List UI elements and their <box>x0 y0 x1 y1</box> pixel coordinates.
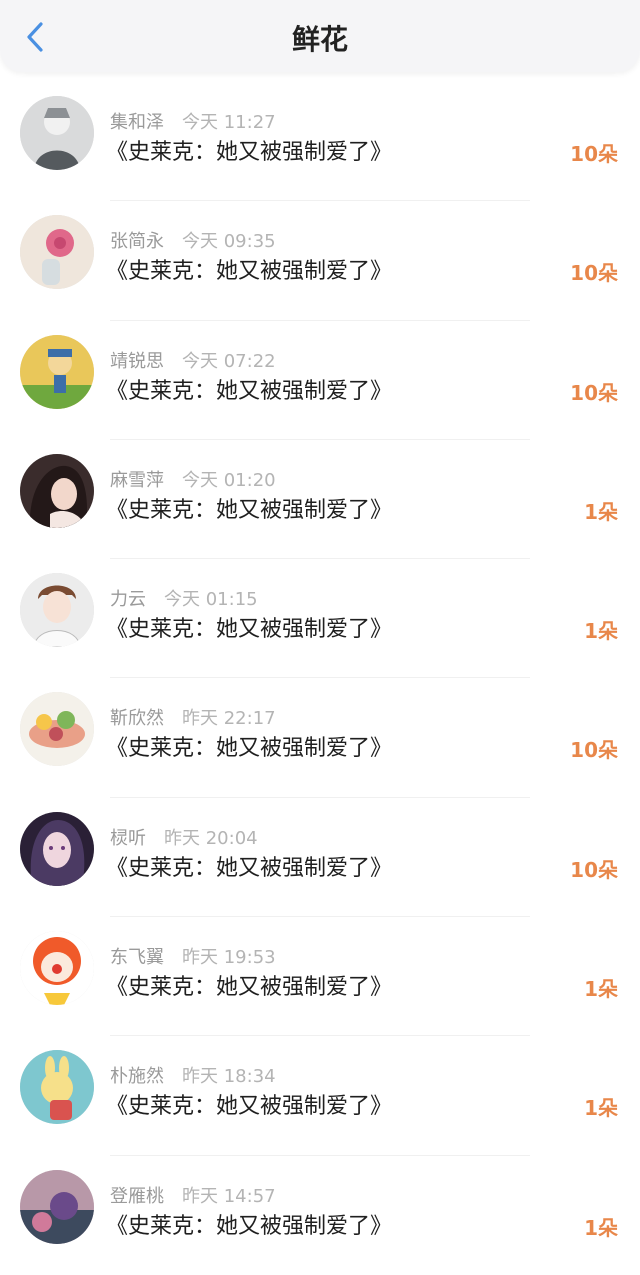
list-item[interactable]: 朴施然 昨天 18:34 《史莱克：她又被强制爱了》 1朵 <box>0 1036 640 1156</box>
flower-count: 1朵 <box>584 1215 618 1240</box>
avatar[interactable] <box>20 573 94 648</box>
book-title: 《史莱克：她又被强制爱了》 <box>106 855 393 881</box>
username: 靳欣然 <box>110 708 164 730</box>
book-title: 《史莱克：她又被强制爱了》 <box>106 140 393 165</box>
flower-count: 10朵 <box>570 857 618 882</box>
timestamp: 昨天 19:53 <box>182 947 276 969</box>
avatar[interactable] <box>20 1050 94 1125</box>
list-item[interactable]: 东飞翼 昨天 19:53 《史莱克：她又被强制爱了》 1朵 <box>0 917 640 1037</box>
avatar[interactable] <box>20 692 94 767</box>
timestamp: 今天 01:15 <box>164 589 258 611</box>
list-item[interactable]: 棂听 昨天 20:04 《史莱克：她又被强制爱了》 10朵 <box>0 798 640 918</box>
book-title: 《史莱克：她又被强制爱了》 <box>106 497 393 523</box>
avatar[interactable] <box>20 931 94 1006</box>
book-title: 《史莱克：她又被强制爱了》 <box>106 736 393 762</box>
flower-count: 10朵 <box>570 380 618 405</box>
list-item[interactable]: 集和泽 今天 11:27 《史莱克：她又被强制爱了》 10朵 <box>0 82 640 202</box>
flower-count: 10朵 <box>570 738 618 763</box>
username: 朴施然 <box>110 1066 164 1088</box>
list-item[interactable]: 靳欣然 昨天 22:17 《史莱克：她又被强制爱了》 10朵 <box>0 678 640 799</box>
avatar[interactable] <box>20 334 94 409</box>
username: 麻雪萍 <box>110 469 164 491</box>
timestamp: 昨天 22:17 <box>182 708 276 730</box>
username: 东飞翼 <box>110 947 164 969</box>
timestamp: 昨天 18:34 <box>182 1066 276 1088</box>
list-item[interactable]: 麻雪萍 今天 01:20 《史莱克：她又被强制爱了》 1朵 <box>0 440 640 560</box>
flower-count: 1朵 <box>584 1096 618 1121</box>
page-title: 鲜花 <box>291 23 348 56</box>
list-item[interactable]: 力云 今天 01:15 《史莱克：她又被强制爱了》 1朵 <box>0 559 640 679</box>
timestamp: 今天 09:35 <box>182 231 276 253</box>
username: 张简永 <box>110 231 164 253</box>
avatar[interactable] <box>20 1169 94 1244</box>
book-title: 《史莱克：她又被强制爱了》 <box>106 617 393 643</box>
book-title: 《史莱克：她又被强制爱了》 <box>106 378 393 404</box>
book-title: 《史莱克：她又被强制爱了》 <box>106 1094 393 1120</box>
avatar[interactable] <box>20 215 94 290</box>
timestamp: 昨天 14:57 <box>182 1185 276 1207</box>
list-item[interactable]: 登雁桃 昨天 14:57 《史莱克：她又被强制爱了》 1朵 <box>0 1156 640 1275</box>
timestamp: 今天 07:22 <box>182 350 276 372</box>
username: 集和泽 <box>110 112 164 133</box>
list-item[interactable]: 靖锐思 今天 07:22 《史莱克：她又被强制爱了》 10朵 <box>0 321 640 441</box>
flower-count: 1朵 <box>584 499 618 524</box>
header-bar: 鲜花 <box>0 0 640 72</box>
avatar[interactable] <box>20 811 94 886</box>
avatar[interactable] <box>20 453 94 528</box>
username: 力云 <box>110 589 146 611</box>
book-title: 《史莱克：她又被强制爱了》 <box>106 975 393 1001</box>
timestamp: 今天 01:20 <box>182 469 276 491</box>
flower-count: 1朵 <box>584 619 618 644</box>
book-title: 《史莱克：她又被强制爱了》 <box>106 1213 393 1239</box>
flower-count: 1朵 <box>584 977 618 1002</box>
flower-count: 10朵 <box>570 261 618 286</box>
list-item[interactable]: 张简永 今天 09:35 《史莱克：她又被强制爱了》 10朵 <box>0 201 640 321</box>
username: 靖锐思 <box>110 350 164 372</box>
flower-count: 10朵 <box>570 142 618 166</box>
timestamp: 昨天 20:04 <box>164 827 258 849</box>
username: 棂听 <box>110 827 146 849</box>
book-title: 《史莱克：她又被强制爱了》 <box>106 259 393 285</box>
username: 登雁桃 <box>110 1185 164 1207</box>
avatar[interactable] <box>20 96 94 170</box>
timestamp: 今天 11:27 <box>182 112 276 133</box>
flower-gift-list: 集和泽 今天 11:27 《史莱克：她又被强制爱了》 10朵 张简永 今天 09:3… <box>0 82 640 1275</box>
